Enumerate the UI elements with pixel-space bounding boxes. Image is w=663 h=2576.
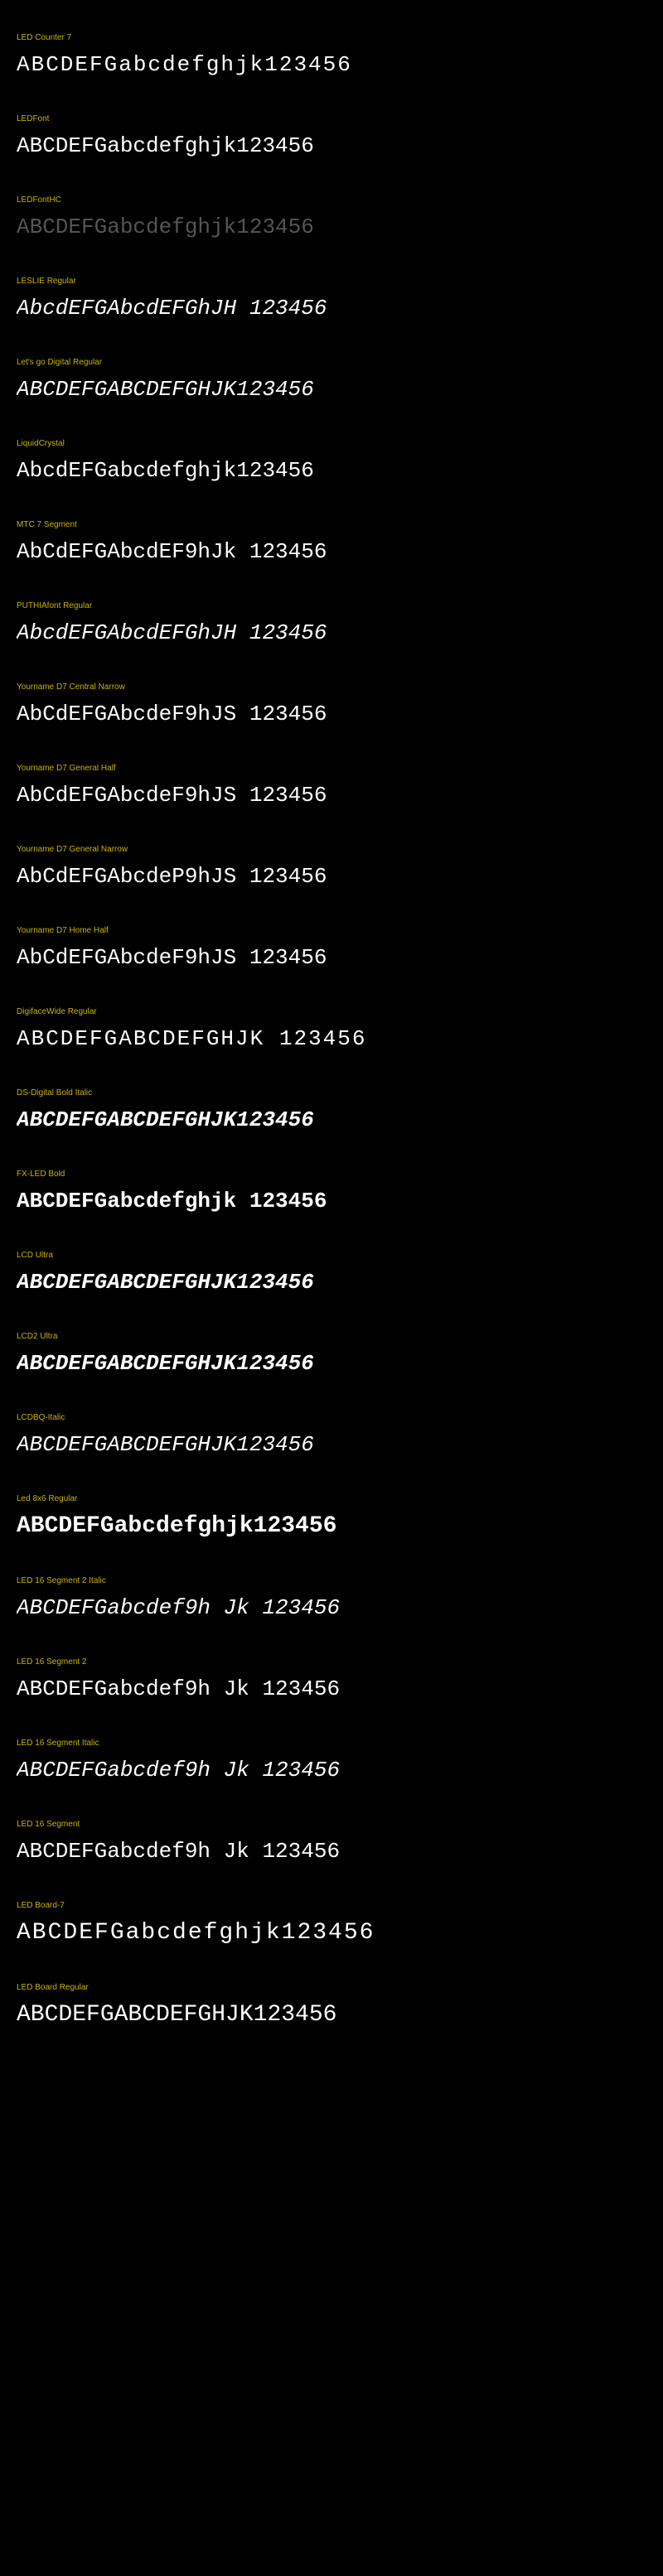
- font-item: DigifaceWide Regular ABCDEFGABCDEFGHJK 12…: [17, 1007, 646, 1051]
- font-item: LED 16 Segment Italic ABCDEFGabcdef9h Jk …: [17, 1739, 646, 1782]
- font-item: DS-Digital Bold Italic ABCDEFGABCDEFGHJK1…: [17, 1088, 646, 1132]
- font-item: LED Counter 7 ABCDEFGabcdefghjk123456: [17, 33, 646, 77]
- font-item: Yourname D7 General Half AbCdEFGAbcdeF9hJ…: [17, 764, 646, 808]
- font-item: LED 16 Segment 2 Italic ABCDEFGabcdef9h J…: [17, 1576, 646, 1620]
- font-sample-text: ABCDEFGabcdefghjk123456: [17, 1920, 646, 1946]
- font-sample-text: ABCDEFGABCDEFGHJK 123456: [17, 1026, 646, 1051]
- font-name-label[interactable]: LCD Ultra: [17, 1251, 646, 1260]
- font-name-label[interactable]: LEDFontHC: [17, 195, 646, 205]
- font-sample-text: AbcdEFGAbcdEFGhJH 123456: [17, 296, 646, 321]
- font-sample-text: ABCDEFGABCDEFGHJK123456: [17, 1432, 646, 1457]
- font-sample-text: ABCDEFGabcdef9h Jk 123456: [17, 1839, 646, 1864]
- font-item: Led 8x6 Regular ABCDEFGabcdefghjk123456: [17, 1494, 646, 1539]
- font-name-label[interactable]: LEDFont: [17, 114, 646, 123]
- font-sample-text: ABCDEFGabcdef9h Jk 123456: [17, 1595, 646, 1620]
- font-name-label[interactable]: LCD2 Ultra: [17, 1332, 646, 1341]
- font-name-label[interactable]: LED Board Regular: [17, 1983, 646, 1992]
- font-name-label[interactable]: LED Board-7: [17, 1901, 646, 1910]
- font-sample-text: AbCdEFGAbcdeF9hJS 123456: [17, 783, 646, 808]
- font-item: Yourname D7 Central Narrow AbCdEFGAbcdeF9…: [17, 683, 646, 726]
- font-name-label[interactable]: LESLIE Regular: [17, 277, 646, 286]
- font-name-label[interactable]: Let's go Digital Regular: [17, 358, 646, 367]
- font-sample-text: AbCdEFGAbcdeP9hJS 123456: [17, 864, 646, 889]
- font-sample-text: ABCDEFGabcdef9h Jk 123456: [17, 1758, 646, 1782]
- font-sample-text: AbCdEFGAbcdeF9hJS 123456: [17, 702, 646, 726]
- font-name-label[interactable]: FX-LED Bold: [17, 1170, 646, 1179]
- font-item: LEDFont ABCDEFGabcdefghjk123456: [17, 114, 646, 158]
- font-name-label[interactable]: LED 16 Segment 2 Italic: [17, 1576, 646, 1585]
- font-item: LCD2 Ultra ABCDEFGABCDEFGHJK123456: [17, 1332, 646, 1376]
- font-sample-text: ABCDEFGabcdef9h Jk 123456: [17, 1676, 646, 1701]
- font-name-label[interactable]: LCDBQ-Italic: [17, 1413, 646, 1422]
- font-item: LED 16 Segment 2 ABCDEFGabcdef9h Jk 12345…: [17, 1657, 646, 1701]
- font-item: LiquidCrystal AbcdEFGabcdefghjk123456: [17, 439, 646, 483]
- font-name-label[interactable]: LED 16 Segment: [17, 1820, 646, 1829]
- font-name-label[interactable]: Yourname D7 Central Narrow: [17, 683, 646, 692]
- font-item: Yourname D7 General Narrow AbCdEFGAbcdeP9…: [17, 845, 646, 889]
- font-sample-text: ABCDEFGABCDEFGHJK123456: [17, 1351, 646, 1376]
- font-sample-text: AbCdEFGAbcdeF9hJS 123456: [17, 945, 646, 970]
- font-name-label[interactable]: LED 16 Segment Italic: [17, 1739, 646, 1748]
- font-sample-text: ABCDEFGabcdefghjk123456: [17, 215, 646, 239]
- font-sample-text: AbcdEFGabcdefghjk123456: [17, 458, 646, 483]
- font-sample-text: AbcdEFGAbcdEFGhJH 123456: [17, 620, 646, 645]
- font-sample-text: ABCDEFGabcdefghjk123456: [17, 1513, 646, 1539]
- font-sample-text: ABCDEFGABCDEFGHJK123456: [17, 377, 646, 402]
- font-sample-text: AbCdEFGAbcdEF9hJk 123456: [17, 539, 646, 564]
- font-item: FX-LED Bold ABCDEFGabcdefghjk 123456: [17, 1170, 646, 1213]
- font-sample-text: ABCDEFGABCDEFGHJK123456: [17, 1107, 646, 1132]
- font-item: LESLIE Regular AbcdEFGAbcdEFGhJH 123456: [17, 277, 646, 321]
- font-name-label[interactable]: Yourname D7 General Narrow: [17, 845, 646, 854]
- font-name-label[interactable]: PUTHIAfont Regular: [17, 601, 646, 610]
- font-list: LED Counter 7ABCDEFGabcdefghjk123456LEDF…: [17, 33, 646, 2028]
- font-name-label[interactable]: LED Counter 7: [17, 33, 646, 42]
- font-item: Let's go Digital Regular ABCDEFGABCDEFGHJ…: [17, 358, 646, 402]
- font-item: MTC 7 Segment AbCdEFGAbcdEF9hJk 123456: [17, 520, 646, 564]
- font-name-label[interactable]: Yourname D7 Home Half: [17, 926, 646, 935]
- font-item: LCD Ultra ABCDEFGABCDEFGHJK123456: [17, 1251, 646, 1295]
- font-name-label[interactable]: DS-Digital Bold Italic: [17, 1088, 646, 1097]
- font-item: LED Board-7 ABCDEFGabcdefghjk123456: [17, 1901, 646, 1946]
- font-sample-text: ABCDEFGabcdefghjk 123456: [17, 1189, 646, 1213]
- font-item: LED 16 Segment ABCDEFGabcdef9h Jk 123456: [17, 1820, 646, 1864]
- font-sample-text: ABCDEFGABCDEFGHJK123456: [17, 1270, 646, 1295]
- font-name-label[interactable]: Led 8x6 Regular: [17, 1494, 646, 1503]
- font-item: LCDBQ-Italic ABCDEFGABCDEFGHJK123456: [17, 1413, 646, 1457]
- font-name-label[interactable]: DigifaceWide Regular: [17, 1007, 646, 1016]
- font-sample-text: ABCDEFGabcdefghjk123456: [17, 133, 646, 158]
- font-name-label[interactable]: MTC 7 Segment: [17, 520, 646, 529]
- font-sample-text: ABCDEFGabcdefghjk123456: [17, 52, 646, 77]
- font-item: LEDFontHC ABCDEFGabcdefghjk123456: [17, 195, 646, 239]
- font-sample-text: ABCDEFGABCDEFGHJK123456: [17, 2002, 646, 2028]
- font-name-label[interactable]: Yourname D7 General Half: [17, 764, 646, 773]
- font-item: LED Board Regular ABCDEFGABCDEFGHJK123456: [17, 1983, 646, 2028]
- font-name-label[interactable]: LED 16 Segment 2: [17, 1657, 646, 1667]
- font-name-label[interactable]: LiquidCrystal: [17, 439, 646, 448]
- font-item: PUTHIAfont Regular AbcdEFGAbcdEFGhJH 1234…: [17, 601, 646, 645]
- font-item: Yourname D7 Home Half AbCdEFGAbcdeF9hJS 1…: [17, 926, 646, 970]
